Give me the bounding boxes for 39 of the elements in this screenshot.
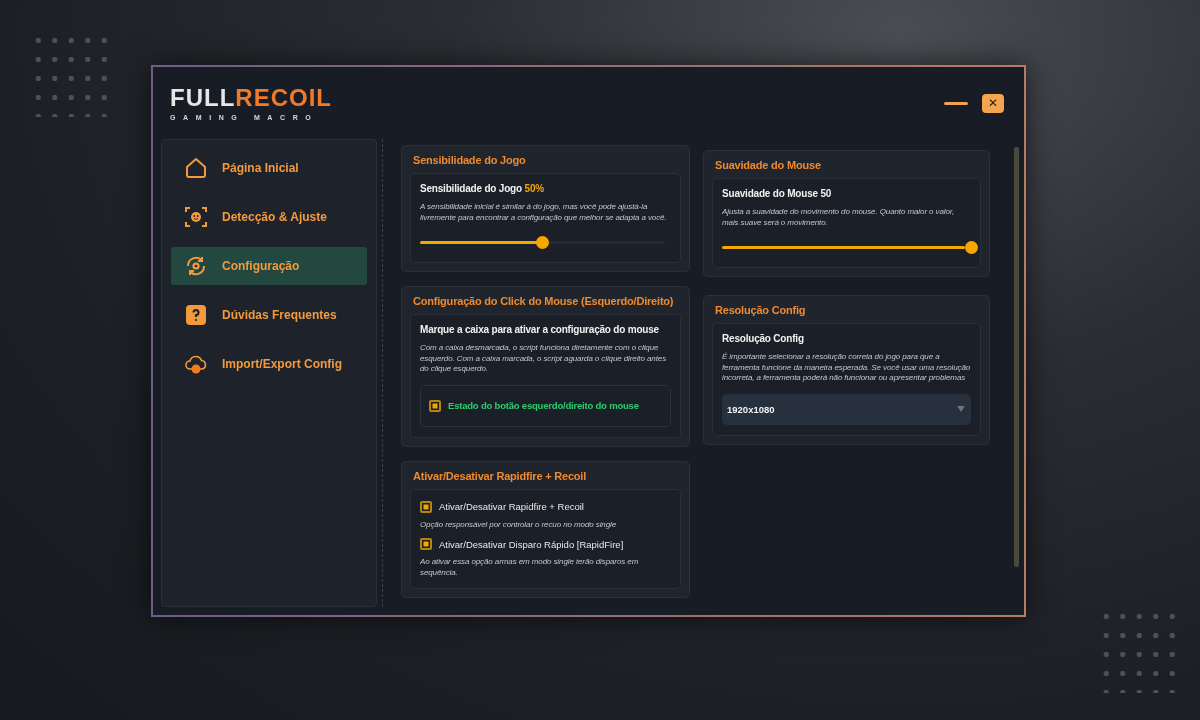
resolution-dropdown[interactable]: 1920x1080 xyxy=(722,393,971,425)
setting-description: A sensibilidade inicial é similar à do jogo, mas você pode ajustá-la livremente para encontrar a configuração que melhor se adapta a você. xyxy=(420,202,668,223)
slider-thumb[interactable] xyxy=(536,236,549,249)
card-title: Configuração do Click do Mouse (Esquerdo/Direito) xyxy=(412,295,675,307)
setting-title: Sensibilidade do Jogo 50% xyxy=(420,183,545,194)
card-title: Sensibilidade do Jogo xyxy=(412,154,527,166)
checkbox[interactable] xyxy=(420,500,432,513)
setting-title: Suavidade do Mouse 50 xyxy=(722,188,833,199)
card-title: Ativar/Desativar Rapidfire + Recoil xyxy=(412,469,588,482)
sidebar-item[interactable]: Import/Export Config xyxy=(171,345,367,383)
face-scan-icon xyxy=(184,205,208,229)
scrollbar[interactable] xyxy=(1014,147,1019,567)
card-title: Suavidade do Mouse xyxy=(714,159,822,171)
sidebar-item[interactable]: Dúvidas Frequentes xyxy=(171,296,367,334)
sidebar-item[interactable]: Detecção & Ajuste xyxy=(171,198,367,236)
question-icon xyxy=(184,303,208,327)
setting-description: Com a caixa desmarcada, o script funciona diretamente com o clique esquerdo. Com a caixa marcada, o script aguarda o clique direito antes do clique esquerdo. xyxy=(420,343,668,375)
minimize-button[interactable] xyxy=(944,101,968,105)
checkbox[interactable] xyxy=(420,538,432,550)
sidebar-item[interactable]: Página Inicial xyxy=(171,149,367,187)
checkbox[interactable] xyxy=(429,399,441,412)
card-title: Resolução Config xyxy=(714,304,807,316)
option-description: Ao ativar essa opção armas em modo single terão disparos em sequência. xyxy=(420,557,640,578)
gear-refresh-icon xyxy=(184,254,208,278)
close-button[interactable]: ✕ xyxy=(982,93,1004,113)
caret-icon xyxy=(957,406,965,412)
setting-title: Resolução Config xyxy=(722,333,805,344)
sidebar-item[interactable]: Configuração xyxy=(171,247,367,285)
checkbox-label: Ativar/Desativar Disparo Rápido [RapidFire] xyxy=(439,538,624,550)
option-description: Opção responsável por controlar o recuo no modo single xyxy=(420,519,618,530)
slider-thumb[interactable] xyxy=(965,241,978,254)
logo-text: FULL xyxy=(170,85,236,110)
logo-text: RECOIL xyxy=(235,85,332,110)
checkbox-label: Estado do botão esquerdo/direito do mouse xyxy=(448,400,639,411)
home-icon xyxy=(184,156,208,180)
setting-description: É importante selecionar a resolução correta do jogo para que a ferramenta funcione da maneira esperada. Se você usar uma resolução incorreta, a ferramenta poderá não funcionar ou apresentar problemas xyxy=(722,352,971,384)
setting-title: Marque a caixa para ativar a configuração do mouse xyxy=(420,324,660,335)
checkbox-label: Ativar/Desativar Rapidfire + Recoil xyxy=(439,501,584,512)
setting-description: Ajusta a suavidade do movimento do mouse. Quanto maior o valor, mais suave será o movimento. xyxy=(722,207,956,228)
